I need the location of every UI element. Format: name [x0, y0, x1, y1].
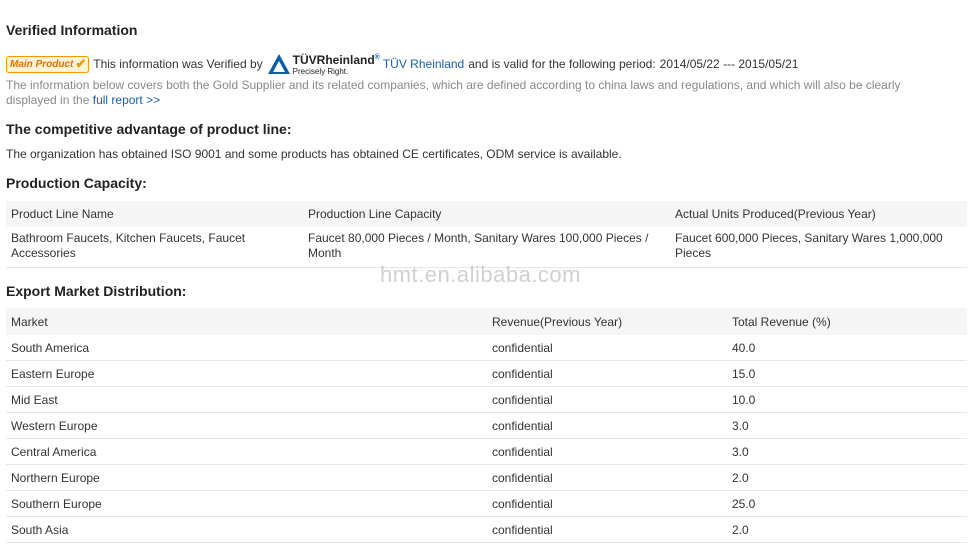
table-row: Northern Europe confidential 2.0	[6, 464, 967, 491]
table-row: Mid East confidential 10.0	[6, 386, 967, 413]
market-name: Southern Europe	[6, 490, 487, 517]
table-row: South Asia confidential 2.0	[6, 516, 967, 543]
table-row: Bathroom Faucets, Kitchen Faucets, Fauce…	[6, 227, 967, 268]
production-heading: Production Capacity:	[6, 175, 147, 191]
column-header: Product Line Name	[6, 201, 303, 227]
market-name: Mid East	[6, 386, 487, 413]
market-revenue: confidential	[487, 464, 727, 491]
market-name: Eastern Europe	[6, 360, 487, 387]
market-revenue: confidential	[487, 490, 727, 517]
market-revenue: confidential	[487, 386, 727, 413]
market-name: Northern Europe	[6, 464, 487, 491]
production-table: Product Line Name Production Line Capaci…	[6, 201, 967, 268]
market-revenue: confidential	[487, 516, 727, 543]
full-report-link[interactable]: full report >>	[93, 93, 160, 107]
table-row: Central America confidential 3.0	[6, 438, 967, 465]
column-header: Production Line Capacity	[303, 201, 670, 227]
main-product-badge: Main Product ✔	[6, 55, 90, 73]
table-row: Southern Europe confidential 25.0	[6, 490, 967, 517]
market-share: 3.0	[727, 412, 967, 439]
verified-by-text: This information was Verified by	[93, 57, 263, 71]
production-line-capacity: Faucet 80,000 Pieces / Month, Sanitary W…	[303, 227, 670, 268]
export-heading: Export Market Distribution:	[6, 283, 187, 299]
tuv-tagline: Precisely Right.	[292, 66, 349, 76]
table-header-row: Market Revenue(Previous Year) Total Reve…	[6, 308, 967, 335]
actual-units-produced: Faucet 600,000 Pieces, Sanitary Wares 1,…	[670, 227, 967, 268]
table-row: South America confidential 40.0	[6, 335, 967, 361]
column-header: Actual Units Produced(Previous Year)	[670, 201, 967, 227]
product-line-name: Bathroom Faucets, Kitchen Faucets, Fauce…	[6, 227, 303, 268]
market-revenue: confidential	[487, 335, 727, 361]
market-share: 3.0	[727, 438, 967, 465]
market-revenue: confidential	[487, 360, 727, 387]
table-header-row: Product Line Name Production Line Capaci…	[6, 201, 967, 227]
market-revenue: confidential	[487, 412, 727, 439]
table-row: Eastern Europe confidential 15.0	[6, 360, 967, 387]
tuv-rheinland-link[interactable]: TÜV Rheinland	[383, 57, 464, 71]
market-name: South Asia	[6, 516, 487, 543]
tuv-logo: TÜVRheinland® Precisely Right.	[267, 52, 380, 77]
column-header: Revenue(Previous Year)	[487, 308, 727, 335]
advantage-text: The organization has obtained ISO 9001 a…	[6, 147, 622, 161]
market-name: Central America	[6, 438, 487, 465]
table-row: Western Europe confidential 3.0	[6, 412, 967, 439]
market-share: 15.0	[727, 360, 967, 387]
badge-label: Main Product	[10, 58, 74, 70]
market-share: 2.0	[727, 516, 967, 543]
tuv-reg-mark: ®	[374, 53, 380, 61]
market-revenue: confidential	[487, 438, 727, 465]
verified-heading: Verified Information	[6, 22, 138, 38]
tuv-triangle-icon	[267, 54, 290, 74]
market-name: Western Europe	[6, 412, 487, 439]
market-name: South America	[6, 335, 487, 361]
tuv-brand-text: TÜVRheinland	[292, 52, 375, 67]
column-header: Total Revenue (%)	[727, 308, 967, 335]
coverage-note: The information below covers both the Go…	[6, 78, 936, 108]
market-share: 10.0	[727, 386, 967, 413]
verification-line: Main Product ✔ This information was Veri…	[6, 50, 969, 78]
column-header: Market	[6, 308, 487, 335]
advantage-heading: The competitive advantage of product lin…	[6, 121, 292, 137]
validity-period: 2014/05/22 --- 2015/05/21	[659, 57, 799, 71]
market-share: 2.0	[727, 464, 967, 491]
checkmark-icon: ✔	[75, 56, 87, 71]
market-share: 40.0	[727, 335, 967, 361]
market-share: 25.0	[727, 490, 967, 517]
export-table: Market Revenue(Previous Year) Total Reve…	[6, 308, 967, 543]
validity-text: and is valid for the following period:	[468, 57, 656, 71]
